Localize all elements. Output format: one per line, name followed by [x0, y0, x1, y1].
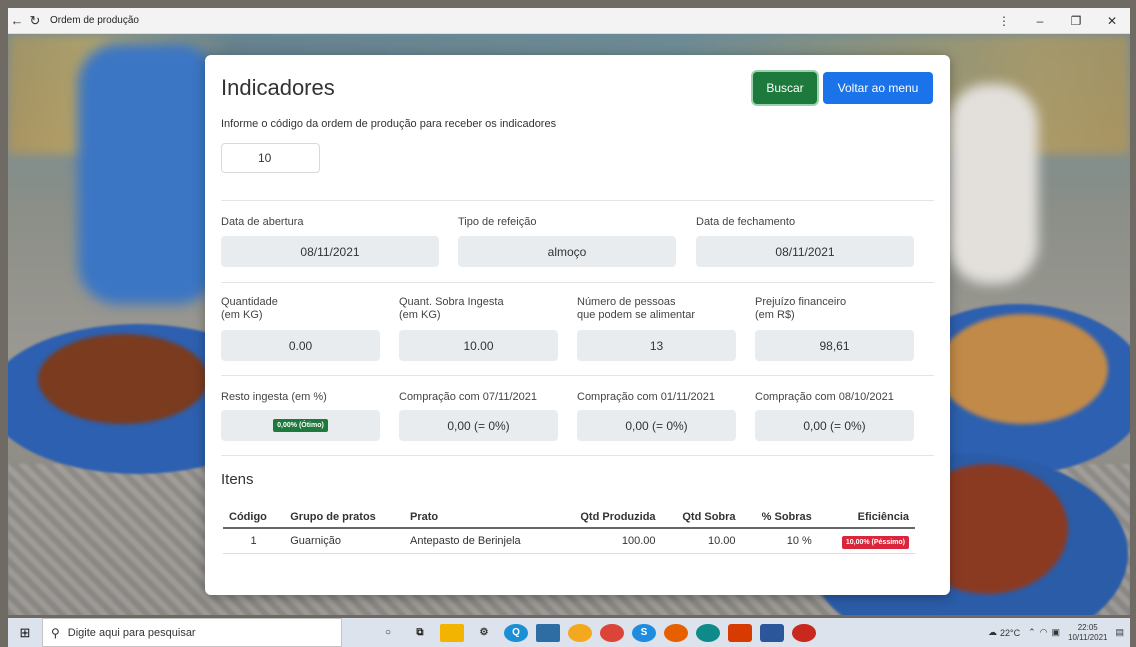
- calculator-icon[interactable]: [536, 623, 560, 642]
- cell-prato: Antepasto de Berinjela: [403, 528, 555, 554]
- items-title: Itens: [221, 471, 254, 488]
- app-yellow-icon[interactable]: [568, 623, 592, 642]
- col-qtd-sobra: Qtd Sobra: [661, 507, 742, 529]
- taskbar-search-box[interactable]: ⚲ Digite aqui para pesquisar: [42, 618, 342, 647]
- cell-codigo: 1: [223, 528, 285, 554]
- window-titlebar: ← ↻ Ordem de produção ⋮ – ❐ ✕: [8, 8, 1130, 34]
- col-qtd-produzida: Qtd Produzida: [554, 507, 662, 529]
- rest-ingesta-label: Resto ingesta (em %): [221, 391, 327, 403]
- firefox-icon[interactable]: [664, 623, 688, 642]
- volume-icon[interactable]: ▣: [1052, 627, 1061, 638]
- instruction-text: Informe o código da ordem de produção pa…: [221, 118, 557, 130]
- people-count-field: 13: [577, 330, 736, 361]
- col-pct-sobras: % Sobras: [741, 507, 818, 529]
- col-eficiencia: Eficiência: [817, 507, 915, 529]
- back-to-menu-button[interactable]: Voltar ao menu: [823, 72, 933, 104]
- opening-date-label: Data de abertura: [221, 216, 304, 228]
- cell-qtd-sobra: 10.00: [661, 528, 742, 554]
- people-count-label: Número de pessoas que podem se alimentar: [577, 296, 696, 321]
- divider: [221, 200, 934, 201]
- weather-icon: ☁: [988, 627, 997, 637]
- back-arrow-icon[interactable]: ←: [8, 13, 26, 28]
- word-icon[interactable]: [760, 623, 784, 642]
- search-button[interactable]: Buscar: [753, 72, 817, 104]
- divider: [221, 455, 934, 456]
- search-icon: ⚲: [51, 625, 60, 640]
- cell-pct-sobras: 10 %: [741, 528, 818, 554]
- table-row: 1 Guarnição Antepasto de Berinjela 100.0…: [223, 528, 915, 554]
- office-icon[interactable]: [728, 623, 752, 642]
- tray-chevron-icon[interactable]: ⌃: [1028, 627, 1036, 638]
- notifications-icon[interactable]: ▤: [1115, 627, 1124, 638]
- efficiency-badge: 10,00% (Péssimo): [841, 536, 909, 549]
- table-header-row: Código Grupo de pratos Prato Qtd Produzi…: [223, 507, 915, 529]
- comparison-3-label: Compração com 08/10/2021: [755, 391, 894, 403]
- meal-type-field: almoço: [458, 236, 676, 267]
- col-codigo: Código: [223, 507, 285, 529]
- leftover-quantity-field: 10.00: [399, 330, 558, 361]
- windows-taskbar: ⊞ ⚲ Digite aqui para pesquisar ○ ⧉ ⚙ Q S…: [8, 618, 1130, 647]
- file-explorer-icon[interactable]: [440, 623, 464, 642]
- window-title: Ordem de produção: [50, 15, 139, 26]
- col-prato: Prato: [403, 507, 555, 529]
- minimize-icon[interactable]: –: [1022, 14, 1058, 28]
- system-tray: ☁ 22°C ⌃ ◠ ▣ 22:05 10/11/2021 ▤: [988, 623, 1130, 643]
- opening-date-field: 08/11/2021: [221, 236, 439, 267]
- page-title: Indicadores: [221, 75, 335, 100]
- rest-ingesta-field: 0,00% (Ótimo): [221, 410, 380, 441]
- rest-ingesta-badge: 0,00% (Ótimo): [273, 419, 328, 432]
- financial-loss-field: 98,61: [755, 330, 914, 361]
- cortana-icon[interactable]: ○: [376, 624, 400, 642]
- meal-type-label: Tipo de refeição: [458, 216, 537, 228]
- comparison-1-label: Compração com 07/11/2021: [399, 391, 537, 403]
- restore-icon[interactable]: ❐: [1058, 14, 1094, 28]
- chrome-icon[interactable]: [600, 623, 624, 642]
- taskbar-search-placeholder: Digite aqui para pesquisar: [67, 626, 196, 639]
- quantity-label: Quantidade (em KG): [221, 296, 278, 321]
- close-icon[interactable]: ✕: [1094, 14, 1130, 28]
- task-view-icon[interactable]: ⧉: [408, 624, 432, 642]
- leftover-quantity-label: Quant. Sobra Ingesta (em KG): [399, 296, 504, 321]
- settings-icon[interactable]: ⚙: [472, 624, 496, 642]
- more-options-icon[interactable]: ⋮: [986, 14, 1022, 28]
- taskbar-clock[interactable]: 22:05 10/11/2021: [1068, 623, 1107, 643]
- financial-loss-label: Prejuízo financeiro (em R$): [755, 296, 847, 321]
- weather-text[interactable]: 22°C: [1000, 628, 1020, 638]
- comparison-3-field: 0,00 (= 0%): [755, 410, 914, 441]
- cell-grupo: Guarnição: [284, 528, 404, 554]
- comparison-2-field: 0,00 (= 0%): [577, 410, 736, 441]
- comparison-2-label: Compração com 01/11/2021: [577, 391, 715, 403]
- network-icon[interactable]: ◠: [1040, 627, 1048, 638]
- windows-start-icon[interactable]: ⊞: [8, 625, 42, 641]
- reload-icon[interactable]: ↻: [26, 13, 44, 29]
- indicators-card: Indicadores Buscar Voltar ao menu Inform…: [205, 55, 950, 595]
- col-grupo: Grupo de pratos: [284, 507, 404, 529]
- closing-date-label: Data de fechamento: [696, 216, 796, 228]
- closing-date-field: 08/11/2021: [696, 236, 914, 267]
- cell-qtd-produzida: 100.00: [554, 528, 662, 554]
- divider: [221, 375, 934, 376]
- production-order-code-input[interactable]: 10: [221, 143, 320, 173]
- skype-icon[interactable]: S: [632, 623, 656, 642]
- comparison-1-field: 0,00 (= 0%): [399, 410, 558, 441]
- tomato-app-icon[interactable]: [792, 623, 816, 642]
- edge-icon[interactable]: [696, 623, 720, 642]
- quantity-field: 0.00: [221, 330, 380, 361]
- app-q-icon[interactable]: Q: [504, 623, 528, 642]
- divider: [221, 282, 934, 283]
- items-table: Código Grupo de pratos Prato Qtd Produzi…: [223, 507, 915, 554]
- taskbar-apps: ○ ⧉ ⚙ Q S: [372, 623, 820, 642]
- cell-eficiencia: 10,00% (Péssimo): [817, 528, 915, 554]
